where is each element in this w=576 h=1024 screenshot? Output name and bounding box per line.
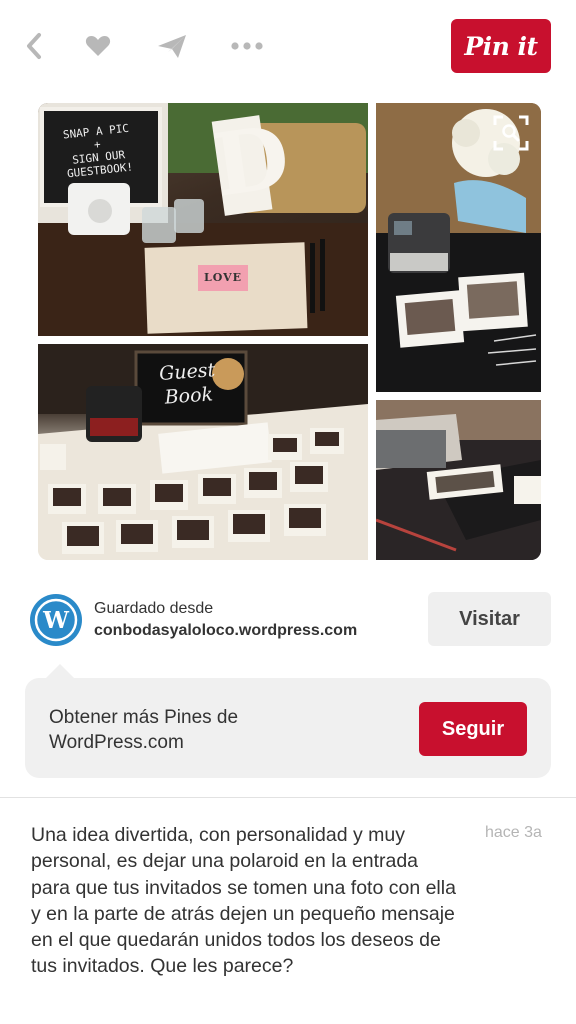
- photo-camera-guestbook-closeup: [376, 400, 541, 560]
- saved-from-label: Guardado desde: [94, 600, 214, 617]
- guest-book-sign: Guest Book: [146, 357, 229, 410]
- photo-guestbook-table: SNAP A PIC + SIGN OUR GUESTBOOK! D LOVE: [38, 103, 368, 336]
- guestbook-label: LOVE: [204, 271, 243, 284]
- visual-search-button[interactable]: [493, 115, 529, 151]
- ellipsis-icon: [231, 42, 263, 50]
- follow-button[interactable]: Seguir: [419, 702, 527, 756]
- photo-guest-book-polaroids: Guest Book: [38, 344, 368, 560]
- chevron-left-icon: [27, 33, 41, 59]
- source-domain-link[interactable]: conbodasyaloloco.wordpress.com: [94, 622, 357, 640]
- visual-search-icon: [493, 115, 529, 151]
- pin-timestamp: hace 3a: [485, 824, 542, 841]
- pin-description: Una idea divertida, con personalidad y m…: [31, 824, 456, 978]
- top-bar: Pin it: [0, 0, 576, 92]
- follow-card: Obtener más Pines de WordPress.com Segui…: [25, 678, 551, 778]
- wordpress-icon: W: [34, 598, 78, 642]
- visit-button[interactable]: Visitar: [428, 592, 551, 646]
- like-button[interactable]: [80, 28, 116, 64]
- back-button[interactable]: [16, 28, 52, 64]
- paper-plane-icon: [158, 35, 186, 58]
- pin-image-collage[interactable]: SNAP A PIC + SIGN OUR GUESTBOOK! D LOVE: [38, 103, 541, 560]
- more-button[interactable]: [229, 28, 265, 64]
- send-button[interactable]: [154, 28, 190, 64]
- letter-d-decor: D: [207, 106, 296, 217]
- heart-icon: [85, 36, 111, 56]
- chalkboard-sign: SNAP A PIC + SIGN OUR GUESTBOOK!: [48, 120, 149, 182]
- source-avatar[interactable]: W: [30, 594, 82, 646]
- pin-it-button[interactable]: Pin it: [451, 19, 551, 73]
- photo-polaroid-camera-flowers: [376, 103, 541, 392]
- divider: [0, 797, 576, 798]
- follow-card-pointer: [46, 664, 74, 678]
- photo-camera-guestbook-closeup-art: [376, 400, 541, 560]
- follow-prompt: Obtener más Pines de WordPress.com: [49, 707, 239, 753]
- svg-text:W: W: [42, 607, 70, 634]
